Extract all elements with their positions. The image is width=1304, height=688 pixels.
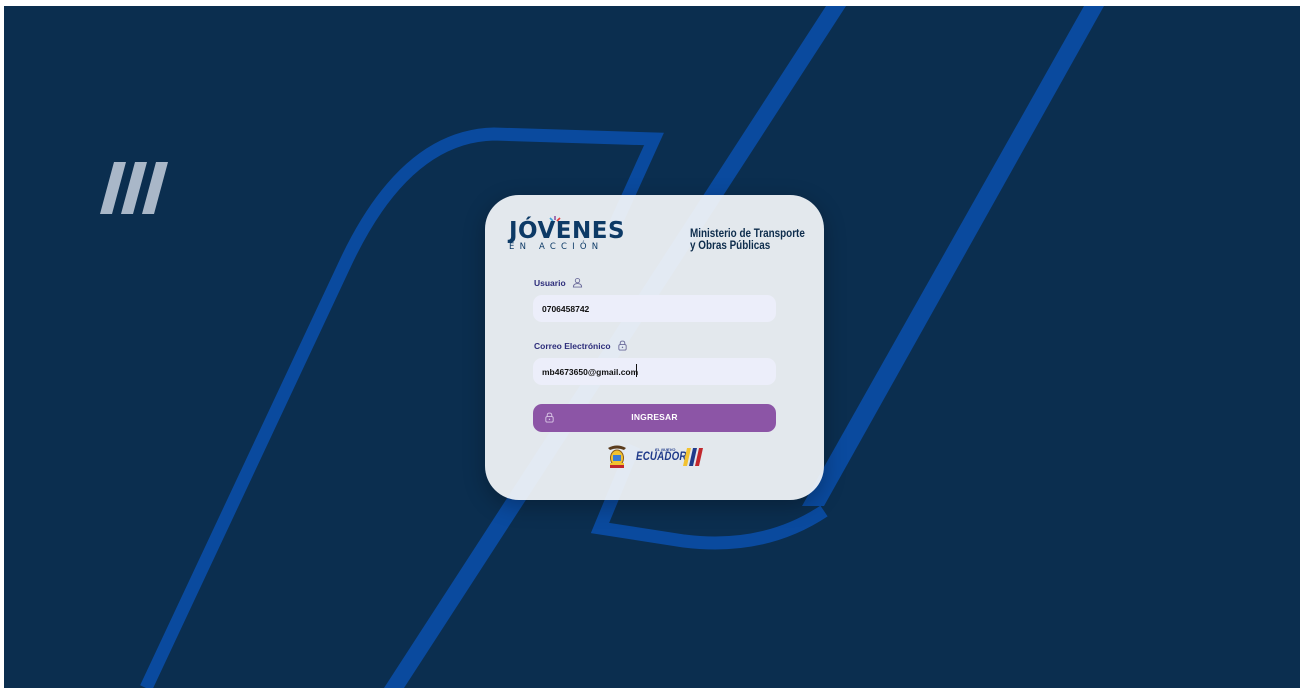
footer-logos: EL NUEVO ECUADOR (606, 442, 706, 474)
coat-of-arms-icon (608, 445, 626, 468)
login-page: JÓVENES EN ACCIÓN Ministerio de Transpor… (4, 6, 1300, 688)
el-nuevo-ecuador-logo: EL NUEVO ECUADOR (634, 447, 704, 471)
user-icon (572, 278, 582, 288)
usuario-label: Usuario (534, 277, 583, 288)
ecuador-flag-stripes-icon (683, 448, 703, 466)
login-card: JÓVENES EN ACCIÓN Ministerio de Transpor… (485, 195, 824, 500)
correo-label: Correo Electrónico (534, 340, 628, 351)
lock-icon (617, 340, 627, 351)
brand-slashes-icon (100, 162, 168, 214)
correo-label-text: Correo Electrónico (534, 340, 611, 351)
ingresar-button-label: INGRESAR (631, 412, 678, 422)
ecuador-logo-text: ECUADOR (636, 451, 687, 463)
ministry-line-1: Ministerio de Transporte (690, 228, 805, 240)
jovenes-en-accion-logo: JÓVENES EN ACCIÓN (509, 216, 626, 259)
ingresar-button[interactable]: INGRESAR (533, 404, 776, 432)
logo-title: JÓVENES (509, 218, 626, 244)
usuario-label-text: Usuario (534, 277, 566, 288)
usuario-input[interactable] (533, 295, 776, 322)
ministry-line-2: y Obras Públicas (690, 240, 771, 252)
ministry-name: Ministerio de Transporte y Obras Pública… (690, 228, 805, 252)
correo-input[interactable] (533, 358, 776, 385)
text-caret (636, 364, 637, 377)
